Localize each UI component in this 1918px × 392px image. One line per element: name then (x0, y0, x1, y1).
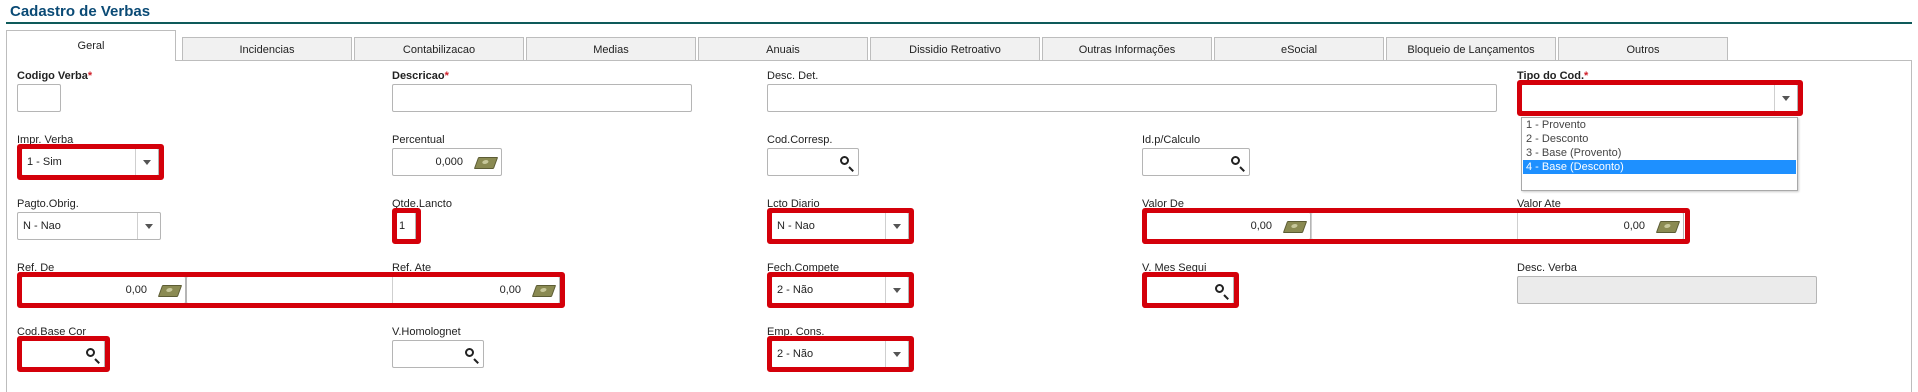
tab-outras-informacoes[interactable]: Outras Informações (1042, 37, 1212, 60)
fech-compete-label: Fech.Compete (767, 262, 840, 274)
ref-ate-field[interactable]: 0,00 (186, 276, 560, 304)
tab-esocial[interactable]: eSocial (1214, 37, 1384, 60)
valor-de-field[interactable]: 0,00 (1146, 212, 1311, 240)
codigo-verba-label: Codigo Verba* (17, 70, 93, 82)
ref-ate-label: Ref. Ate (392, 262, 432, 274)
chevron-down-icon[interactable] (1774, 85, 1797, 111)
tipo-cod-select[interactable] (1521, 84, 1798, 112)
qtde-lancto-label: Qtde.Lancto (392, 198, 452, 210)
tipo-cod-label: Tipo do Cod.* (1517, 70, 1589, 82)
valor-ate-label: Valor Ate (1517, 198, 1561, 210)
valor-ate-field[interactable]: 0,00 (1311, 212, 1684, 240)
v-mes-segui-label: V. Mes Segui (1142, 262, 1207, 274)
page-title: Cadastro de Verbas (10, 3, 151, 20)
option-desconto[interactable]: 2 - Desconto (1523, 132, 1796, 146)
money-icon[interactable] (473, 157, 499, 169)
search-icon[interactable] (1231, 156, 1240, 165)
ref-de-field[interactable]: 0,00 (21, 276, 186, 304)
percentual-field[interactable]: 0,000 (392, 148, 502, 176)
v-homolognet-label: V.Homolognet (392, 326, 461, 338)
lcto-diario-select[interactable]: N - Nao (771, 212, 909, 240)
cod-base-cor-label: Cod.Base Cor (17, 326, 87, 338)
emp-cons-label: Emp. Cons. (767, 326, 825, 338)
money-icon[interactable] (531, 285, 557, 297)
cod-corresp-label: Cod.Corresp. (767, 134, 833, 146)
cod-corresp-field[interactable] (767, 148, 859, 176)
money-icon[interactable] (1282, 221, 1308, 233)
tab-medias[interactable]: Medias (526, 37, 696, 60)
qtde-lancto-field[interactable]: 1 (396, 212, 416, 240)
option-provento[interactable]: 1 - Provento (1523, 118, 1796, 132)
tab-bloqueio-de-lancamentos[interactable]: Bloqueio de Lançamentos (1386, 37, 1556, 60)
tab-geral[interactable]: Geral (6, 30, 176, 61)
valor-de-label: Valor De (1142, 198, 1184, 210)
ref-de-label: Ref. De (17, 262, 55, 274)
tipo-cod-dropdown: 1 - Provento 2 - Desconto 3 - Base (Prov… (1521, 117, 1798, 191)
impr-verba-label: Impr. Verba (17, 134, 74, 146)
chevron-down-icon[interactable] (135, 149, 158, 175)
fech-compete-select[interactable]: 2 - Não (771, 276, 909, 304)
pagto-obrig-select[interactable]: N - Nao (17, 212, 161, 240)
tab-dissidio-retroativo[interactable]: Dissidio Retroativo (870, 37, 1040, 60)
option-base-provento[interactable]: 3 - Base (Provento) (1523, 146, 1796, 160)
search-icon[interactable] (465, 348, 474, 357)
v-mes-segui-field[interactable] (1146, 276, 1234, 304)
percentual-label: Percentual (392, 134, 445, 146)
search-icon[interactable] (86, 348, 95, 357)
tab-anuais[interactable]: Anuais (698, 37, 868, 60)
impr-verba-select[interactable]: 1 - Sim (21, 148, 159, 176)
desc-verba-label: Desc. Verba (1517, 262, 1577, 274)
money-icon[interactable] (1655, 221, 1681, 233)
pagto-obrig-label: Pagto.Obrig. (17, 198, 79, 210)
search-icon[interactable] (840, 156, 849, 165)
chevron-down-icon[interactable] (885, 341, 908, 367)
emp-cons-select[interactable]: 2 - Não (771, 340, 909, 368)
chevron-down-icon[interactable] (885, 277, 908, 303)
codigo-verba-field[interactable] (17, 84, 61, 112)
cod-base-cor-field[interactable] (21, 340, 105, 368)
search-icon[interactable] (1215, 284, 1224, 293)
desc-det-label: Desc. Det. (767, 70, 819, 82)
descricao-field[interactable] (392, 84, 692, 112)
tab-incidencias[interactable]: Incidencias (182, 37, 352, 60)
option-base-desconto[interactable]: 4 - Base (Desconto) (1523, 160, 1796, 174)
tab-outros[interactable]: Outros (1558, 37, 1728, 60)
descricao-label: Descricao* (392, 70, 449, 82)
lcto-diario-label: Lcto Diario (767, 198, 820, 210)
chevron-down-icon[interactable] (885, 213, 908, 239)
tab-contabilizacao[interactable]: Contabilizacao (354, 37, 524, 60)
chevron-down-icon[interactable] (137, 213, 160, 239)
title-divider (6, 22, 1912, 24)
v-homolognet-field[interactable] (392, 340, 484, 368)
money-icon[interactable] (157, 285, 183, 297)
id-calculo-label: Id.p/Calculo (1142, 134, 1201, 146)
desc-verba-field (1517, 276, 1817, 304)
desc-det-field[interactable] (767, 84, 1497, 112)
id-calculo-field[interactable] (1142, 148, 1250, 176)
